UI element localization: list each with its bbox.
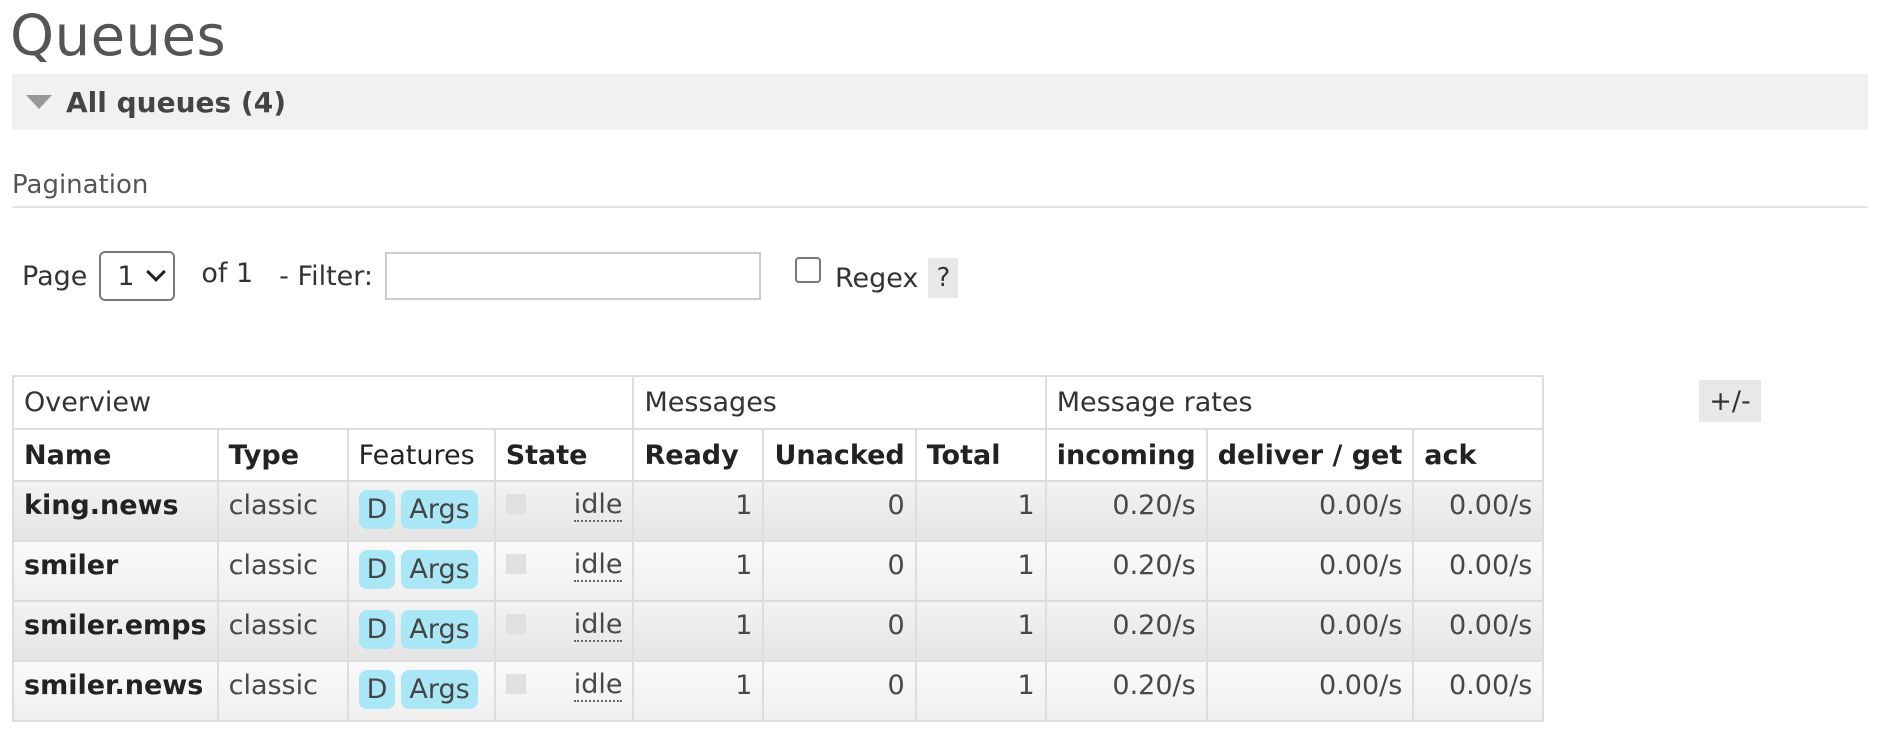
ack-rate: 0.00/s xyxy=(1412,660,1545,722)
column-header-total[interactable]: Total xyxy=(914,428,1047,482)
column-header-type[interactable]: Type xyxy=(216,428,349,482)
unacked-count: 0 xyxy=(762,480,917,542)
feature-durable-badge: D xyxy=(358,550,396,589)
filter-input[interactable] xyxy=(385,252,761,300)
deliver-get-rate: 0.00/s xyxy=(1205,600,1415,662)
total-count: 1 xyxy=(914,540,1047,602)
column-header-unacked[interactable]: Unacked xyxy=(762,428,917,482)
page-title: Queues xyxy=(10,4,227,69)
queue-state: idle xyxy=(493,600,635,662)
page-count-label: of 1 xyxy=(201,257,254,289)
feature-args-badge: Args xyxy=(401,550,478,589)
pagination-heading: Pagination xyxy=(12,170,1868,208)
ready-count: 1 xyxy=(632,480,765,542)
state-label: idle xyxy=(573,489,623,522)
chevron-down-icon xyxy=(146,262,167,282)
state-indicator-icon xyxy=(505,554,526,574)
pagination-controls: Page 1 of 1 - Filter: Regex ? xyxy=(22,250,959,302)
ready-count: 1 xyxy=(632,660,765,722)
queue-state: idle xyxy=(493,480,635,542)
queue-name-link[interactable]: smiler.emps xyxy=(12,600,219,662)
feature-durable-badge: D xyxy=(358,490,396,529)
ack-rate: 0.00/s xyxy=(1412,540,1545,602)
state-indicator-icon xyxy=(505,674,526,694)
queue-features: D Args xyxy=(346,540,496,602)
deliver-get-rate: 0.00/s xyxy=(1205,480,1415,542)
incoming-rate: 0.20/s xyxy=(1044,540,1208,602)
ack-rate: 0.00/s xyxy=(1412,600,1545,662)
column-header-deliver-get[interactable]: deliver / get xyxy=(1205,428,1415,482)
queue-features: D Args xyxy=(346,600,496,662)
deliver-get-rate: 0.00/s xyxy=(1205,540,1415,602)
queue-type: classic xyxy=(216,540,349,602)
total-count: 1 xyxy=(914,480,1047,542)
column-header-incoming[interactable]: incoming xyxy=(1044,428,1208,482)
all-queues-section-toggle[interactable]: All queues (4) xyxy=(12,74,1868,130)
state-label: idle xyxy=(573,669,623,702)
table-row: smiler classic D Args idle 1 0 1 0.20/s 0… xyxy=(12,540,1545,602)
queue-name-link[interactable]: smiler.news xyxy=(12,660,219,722)
incoming-rate: 0.20/s xyxy=(1044,660,1208,722)
table-row: king.news classic D Args idle 1 0 1 0.20/… xyxy=(12,480,1545,542)
state-indicator-icon xyxy=(505,614,526,634)
collapse-triangle-icon xyxy=(26,95,52,109)
page-select[interactable]: 1 xyxy=(99,251,176,301)
column-header-ready[interactable]: Ready xyxy=(632,428,765,482)
filter-label: - Filter: xyxy=(279,260,373,292)
queue-type: classic xyxy=(216,480,349,542)
column-header-state[interactable]: State xyxy=(493,428,635,482)
group-header-messages: Messages xyxy=(632,375,1047,430)
table-row: smiler.news classic D Args idle 1 0 1 0.2… xyxy=(12,660,1545,722)
section-title: All queues (4) xyxy=(66,85,286,119)
queue-name-link[interactable]: king.news xyxy=(12,480,219,542)
queue-features: D Args xyxy=(346,660,496,722)
queue-state: idle xyxy=(493,540,635,602)
queues-table: Overview Messages Message rates Name Typ… xyxy=(11,375,1545,722)
queue-type: classic xyxy=(216,660,349,722)
unacked-count: 0 xyxy=(762,660,917,722)
ack-rate: 0.00/s xyxy=(1412,480,1545,542)
total-count: 1 xyxy=(914,660,1047,722)
feature-durable-badge: D xyxy=(358,670,396,709)
unacked-count: 0 xyxy=(762,600,917,662)
group-header-overview: Overview xyxy=(11,375,635,430)
group-header-message-rates: Message rates xyxy=(1044,375,1545,430)
ready-count: 1 xyxy=(632,600,765,662)
feature-args-badge: Args xyxy=(401,610,478,649)
feature-args-badge: Args xyxy=(401,490,478,529)
column-header-name[interactable]: Name xyxy=(12,428,219,482)
state-indicator-icon xyxy=(505,494,526,514)
total-count: 1 xyxy=(914,600,1047,662)
ready-count: 1 xyxy=(632,540,765,602)
queue-name-link[interactable]: smiler xyxy=(12,540,219,602)
toggle-columns-button[interactable]: +/- xyxy=(1699,380,1761,422)
queue-state: idle xyxy=(493,660,635,722)
feature-durable-badge: D xyxy=(358,610,396,649)
state-label: idle xyxy=(573,549,623,582)
incoming-rate: 0.20/s xyxy=(1044,600,1208,662)
incoming-rate: 0.20/s xyxy=(1044,480,1208,542)
page-select-value: 1 xyxy=(117,260,135,292)
column-header-ack[interactable]: ack xyxy=(1412,428,1545,482)
deliver-get-rate: 0.00/s xyxy=(1205,660,1415,722)
column-header-features: Features xyxy=(346,428,496,482)
page-label: Page xyxy=(22,260,88,292)
unacked-count: 0 xyxy=(762,540,917,602)
regex-help-button[interactable]: ? xyxy=(928,258,959,298)
table-row: smiler.emps classic D Args idle 1 0 1 0.2… xyxy=(12,600,1545,662)
feature-args-badge: Args xyxy=(401,670,478,709)
state-label: idle xyxy=(573,609,623,642)
regex-label: Regex xyxy=(835,262,919,294)
regex-checkbox[interactable] xyxy=(795,257,821,283)
queue-type: classic xyxy=(216,600,349,662)
queue-features: D Args xyxy=(346,480,496,542)
